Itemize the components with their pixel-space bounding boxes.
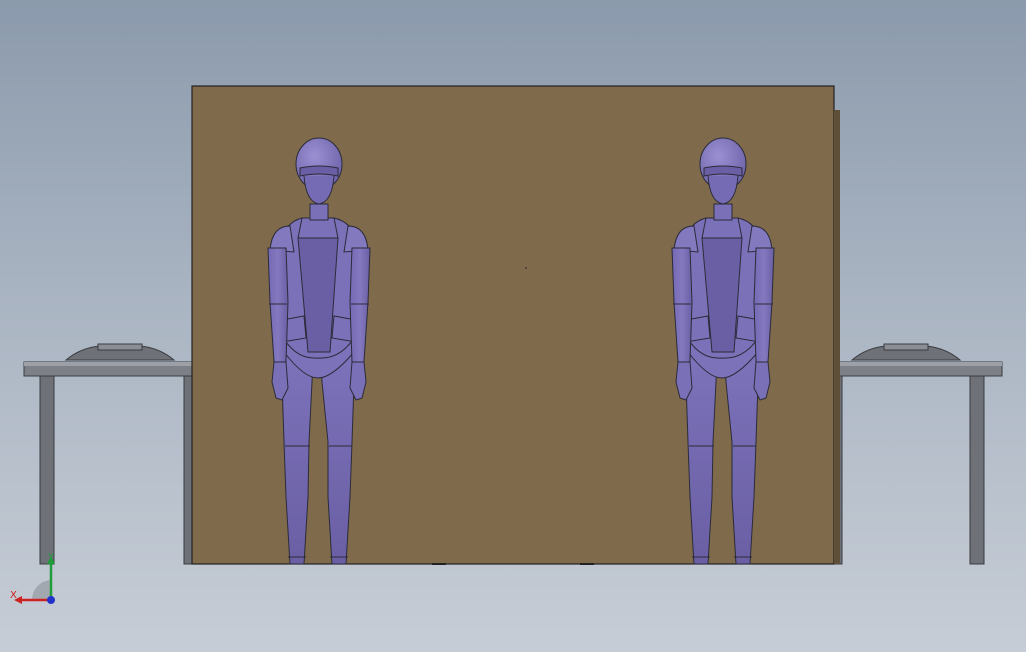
view-triad[interactable]: Y X [8, 552, 68, 608]
z-axis-dot [47, 596, 55, 604]
cad-viewport[interactable]: Y X [0, 0, 1026, 652]
table-right[interactable] [833, 343, 1003, 565]
x-axis-label: X [10, 590, 17, 601]
cad-scene[interactable] [0, 0, 1026, 652]
table-left[interactable] [23, 343, 195, 565]
y-axis-label: Y [47, 552, 55, 563]
triad-plane [31, 580, 50, 600]
